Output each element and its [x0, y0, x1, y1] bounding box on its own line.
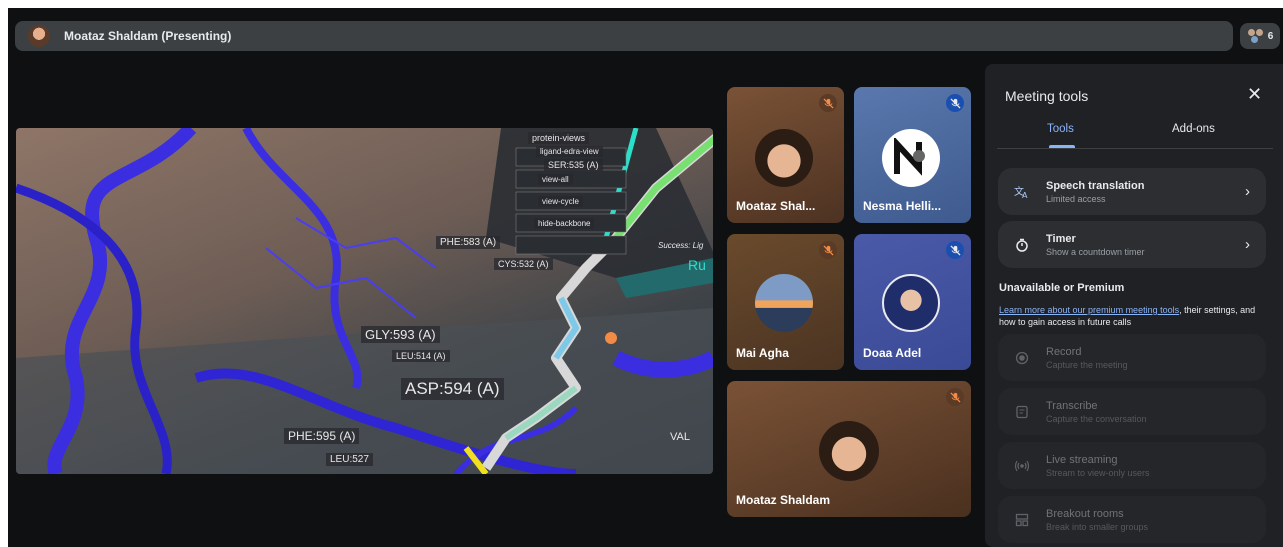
mol-label-ru: Ru: [688, 257, 706, 273]
mol-label-asp594: ASP:594 (A): [401, 378, 504, 400]
tool-timer[interactable]: Timer Show a countdown timer ›: [998, 221, 1266, 268]
participant-count: 6: [1267, 30, 1274, 42]
mic-off-icon: [946, 388, 964, 406]
mol-label-cys532: CYS:532 (A): [494, 258, 553, 270]
mol-label-gly593: GLY:593 (A): [361, 326, 440, 343]
molecule-visualization: [16, 128, 713, 474]
mol-label-success: Success: Lig: [658, 241, 704, 250]
record-icon: [998, 351, 1046, 365]
tool-subtitle: Capture the conversation: [1046, 413, 1147, 424]
mol-label-ligand-view: ligand-edra-view: [536, 146, 603, 157]
chevron-right-icon: ›: [1245, 183, 1250, 200]
participant-name: Nesma Helli...: [863, 199, 942, 213]
participant-name: Mai Agha: [736, 346, 789, 360]
mol-label-protein-views: protein-views: [528, 132, 590, 144]
transcribe-icon: [998, 405, 1046, 419]
tool-subtitle: Break into smaller groups: [1046, 521, 1149, 532]
chevron-right-icon: ›: [1245, 236, 1250, 253]
participant-name: Moataz Shal...: [736, 199, 816, 213]
participant-avatar: [882, 129, 940, 187]
participant-avatar: [819, 421, 879, 481]
shared-screen: protein-views SER:535 (A) view-all view-…: [16, 128, 713, 474]
tool-transcribe[interactable]: Transcribe Capture the conversation: [998, 388, 1266, 435]
tab-add-ons[interactable]: Add-ons: [1172, 123, 1215, 135]
tool-subtitle: Stream to view-only users: [1046, 467, 1150, 478]
premium-learn-more-link[interactable]: Learn more about our premium meeting too…: [999, 305, 1179, 315]
svg-text:A: A: [1022, 191, 1028, 199]
timer-icon: [998, 238, 1046, 252]
mic-off-icon: [819, 94, 837, 112]
breakout-rooms-icon: [998, 513, 1046, 527]
panel-title: Meeting tools: [1005, 88, 1089, 104]
participants-button[interactable]: 6: [1240, 23, 1280, 49]
tool-title: Transcribe: [1046, 399, 1098, 412]
meeting-tools-panel: Meeting tools ✕ Tools Add-ons 文A Speech …: [985, 64, 1283, 547]
translate-icon: 文A: [998, 185, 1046, 199]
tool-subtitle: Limited access: [1046, 193, 1106, 204]
mol-label-val: VAL: [670, 431, 690, 443]
participant-tile[interactable]: Mai Agha: [727, 234, 844, 370]
mol-label-phe595: PHE:595 (A): [284, 428, 360, 444]
participant-tile[interactable]: Nesma Helli...: [854, 87, 971, 223]
tool-live-streaming[interactable]: Live streaming Stream to view-only users: [998, 442, 1266, 489]
tool-title: Timer: [1046, 232, 1076, 245]
tool-title: Record: [1046, 345, 1082, 358]
mol-label-phe583: PHE:583 (A): [436, 236, 501, 249]
tool-title: Breakout rooms: [1046, 507, 1124, 520]
mic-off-icon: [946, 94, 964, 112]
tab-divider: [997, 148, 1273, 149]
mic-off-icon: [819, 241, 837, 259]
participant-name: Moataz Shaldam: [736, 493, 831, 507]
mol-label-leu514: LEU:514 (A): [392, 350, 450, 362]
tool-record[interactable]: Record Capture the meeting: [998, 334, 1266, 381]
tool-subtitle: Capture the meeting: [1046, 359, 1128, 370]
participant-name: Doaa Adel: [863, 346, 922, 360]
tab-tools[interactable]: Tools: [1047, 123, 1074, 135]
mol-label-hide-backbone: hide-backbone: [534, 218, 595, 229]
tool-breakout-rooms[interactable]: Breakout rooms Break into smaller groups: [998, 496, 1266, 543]
live-stream-icon: [998, 459, 1046, 473]
premium-description: Learn more about our premium meeting too…: [999, 304, 1264, 328]
participant-tile[interactable]: Moataz Shal...: [727, 87, 844, 223]
close-icon[interactable]: ✕: [1247, 84, 1262, 105]
participants-icon: [1247, 29, 1265, 43]
participant-avatar: [755, 274, 813, 332]
tool-speech-translation[interactable]: 文A Speech translation Limited access ›: [998, 168, 1266, 215]
participant-avatar: [755, 129, 813, 187]
tool-title: Live streaming: [1046, 453, 1118, 466]
mic-off-icon: [946, 241, 964, 259]
mol-label-ser535: SER:535 (A): [544, 159, 603, 171]
participant-avatar: [882, 274, 940, 332]
participant-tile[interactable]: Moataz Shaldam: [727, 381, 971, 517]
presenter-bar: Moataz Shaldam (Presenting): [15, 21, 1233, 51]
presenter-title: Moataz Shaldam (Presenting): [64, 29, 232, 43]
mol-label-view-all: view-all: [538, 174, 573, 185]
tool-subtitle: Show a countdown timer: [1046, 246, 1145, 257]
meet-window: Moataz Shaldam (Presenting) 6 protein-vi…: [8, 8, 1283, 547]
mol-label-leu527: LEU:527: [326, 453, 373, 466]
participant-tile[interactable]: Doaa Adel: [854, 234, 971, 370]
tool-title: Speech translation: [1046, 179, 1145, 192]
presenter-avatar: [28, 25, 50, 47]
premium-heading: Unavailable or Premium: [999, 282, 1125, 294]
mol-label-view-cycle: view-cycle: [538, 196, 583, 207]
